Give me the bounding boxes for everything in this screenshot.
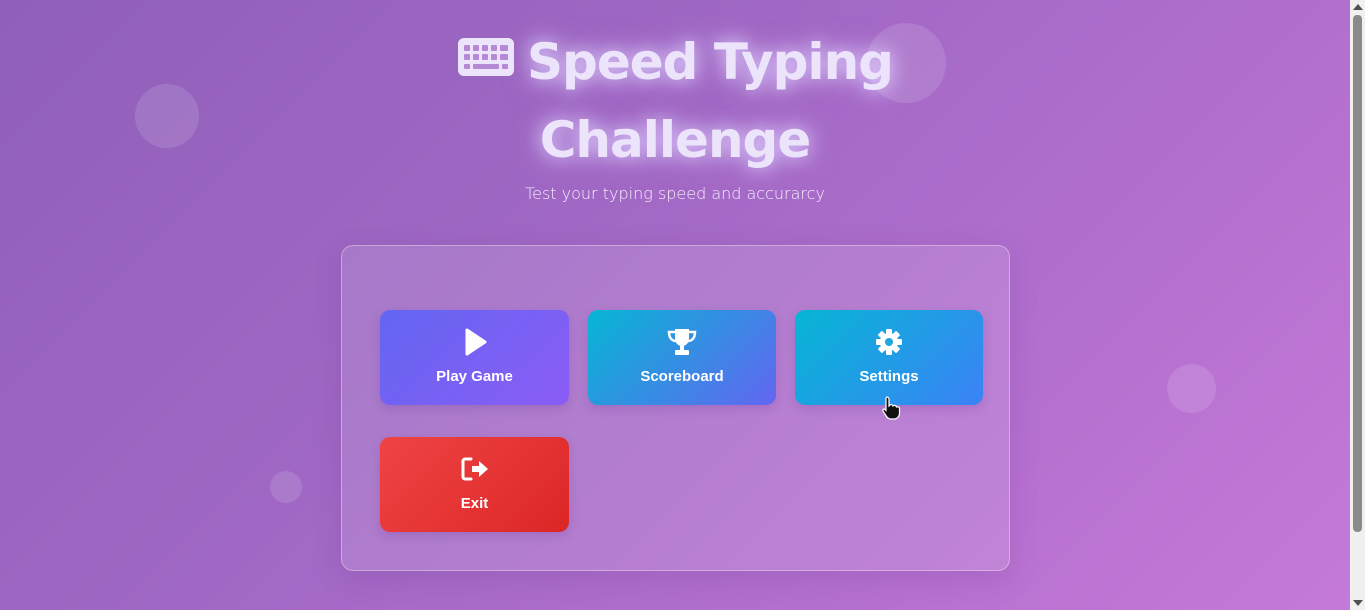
settings-button[interactable]: Settings <box>795 310 983 405</box>
title-line-1: Speed Typing <box>527 33 894 91</box>
scoreboard-label: Scoreboard <box>640 368 724 385</box>
title-line-2: Challenge <box>539 111 812 169</box>
mouse-cursor-icon <box>881 396 903 424</box>
exit-icon <box>380 455 569 483</box>
scoreboard-button[interactable]: Scoreboard <box>588 310 776 405</box>
trophy-icon <box>588 328 776 356</box>
play-game-label: Play Game <box>436 368 513 385</box>
decorative-bubble <box>1167 364 1216 413</box>
scrollbar-thumb[interactable] <box>1353 15 1362 532</box>
keyboard-icon <box>457 21 515 99</box>
page-subtitle: Test your typing speed and accurarcy <box>525 184 825 203</box>
vertical-scrollbar[interactable] <box>1350 0 1365 610</box>
menu-panel: Play Game Scoreboard Settings Exit <box>341 245 1010 571</box>
scroll-down-icon[interactable] <box>1353 600 1363 606</box>
exit-button[interactable]: Exit <box>380 437 569 532</box>
settings-label: Settings <box>859 368 919 385</box>
gear-icon <box>795 328 983 356</box>
exit-label: Exit <box>460 495 489 512</box>
scroll-up-icon[interactable] <box>1353 4 1363 10</box>
play-game-button[interactable]: Play Game <box>380 310 569 405</box>
play-icon <box>380 328 569 356</box>
page-title-line-2: Challenge <box>0 101 1350 179</box>
page-title: Speed Typing <box>0 23 1350 105</box>
decorative-bubble <box>270 471 302 503</box>
